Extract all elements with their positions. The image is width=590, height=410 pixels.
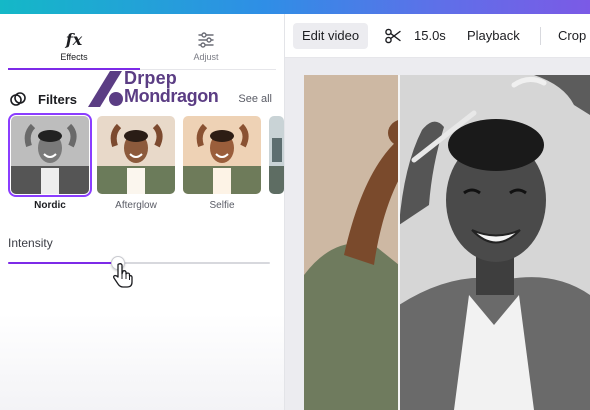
fx-icon: fx bbox=[65, 30, 83, 49]
filters-icon bbox=[10, 92, 26, 106]
playback-button[interactable]: Playback bbox=[467, 23, 520, 49]
intensity-slider[interactable] bbox=[8, 256, 270, 270]
intensity-slider-fill bbox=[8, 262, 119, 264]
filters-title: Filters bbox=[38, 92, 78, 107]
scissors-icon bbox=[385, 28, 401, 44]
video-preview-image[interactable] bbox=[304, 75, 590, 410]
watermark-line-1: Drpep bbox=[124, 68, 178, 88]
filter-thumbnail-nordic[interactable] bbox=[8, 113, 92, 197]
filter-preview-image bbox=[97, 116, 175, 194]
tab-effects-label: Effects bbox=[60, 52, 88, 62]
toolbar-separator bbox=[540, 27, 541, 45]
filter-label-afterglow: Afterglow bbox=[115, 200, 157, 211]
filter-preview-image bbox=[11, 116, 89, 194]
top-gradient-bar bbox=[0, 0, 590, 14]
panel-background bbox=[0, 314, 284, 410]
portrait-photo bbox=[304, 75, 590, 410]
compare-split-line[interactable] bbox=[398, 75, 400, 410]
tab-adjust[interactable]: Adjust bbox=[140, 30, 272, 70]
filter-label-selfie: Selfie bbox=[209, 200, 235, 211]
filter-thumbnail-afterglow[interactable] bbox=[97, 116, 175, 194]
crop-button[interactable]: Crop bbox=[558, 23, 586, 49]
sliders-icon bbox=[140, 30, 272, 50]
duration-button[interactable]: 15.0s bbox=[385, 23, 446, 49]
editor-toolbar: Edit video 15.0s Playback Crop bbox=[285, 14, 590, 58]
filter-thumbnail-partial[interactable] bbox=[269, 116, 284, 194]
filter-label-nordic: Nordic bbox=[34, 200, 66, 211]
intensity-label: Intensity bbox=[8, 236, 53, 250]
effects-panel: fx Effects Adjust Drpep Mondragon Filter… bbox=[0, 14, 284, 410]
filter-preview-image bbox=[269, 116, 284, 194]
hand-cursor-icon bbox=[113, 263, 133, 288]
tab-adjust-label: Adjust bbox=[193, 52, 219, 62]
filter-thumbnail-selfie[interactable] bbox=[183, 116, 261, 194]
filters-header: Filters See all bbox=[8, 90, 274, 108]
duration-label: 15.0s bbox=[414, 28, 446, 43]
tab-effects[interactable]: fx Effects bbox=[8, 30, 140, 70]
see-all-link[interactable]: See all bbox=[238, 93, 272, 105]
edit-video-button[interactable]: Edit video bbox=[293, 23, 369, 49]
filter-preview-image bbox=[183, 116, 261, 194]
